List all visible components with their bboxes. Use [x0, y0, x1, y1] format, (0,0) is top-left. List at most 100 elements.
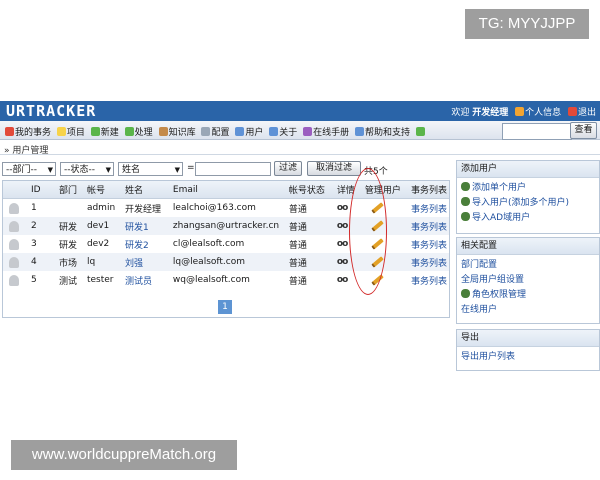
cell-name[interactable]: 研发2 [123, 235, 171, 253]
task-list-link[interactable]: 事务列表 [409, 199, 449, 218]
table-row: 5 测试 tester 测试员 wq@lealsoft.com 普通 oo 事务… [3, 271, 449, 289]
nav-about-label: 关于 [279, 128, 298, 138]
breadcrumb-divider [0, 154, 600, 155]
edit-pencil-icon[interactable] [371, 273, 384, 286]
col-department[interactable]: 部门 [56, 181, 85, 199]
nav-config[interactable]: 配置 [201, 127, 229, 138]
search-input[interactable] [502, 123, 572, 140]
filter-value-input[interactable] [195, 162, 271, 176]
app-header: URTRACKER 欢迎 开发经理 个人信息 退出 [0, 101, 600, 121]
table-row: 1 admin 开发经理 lealchoi@163.com 普通 oo 事务列表 [3, 199, 449, 218]
nav-items: 我的事务 项目 新建 处理 知识库 配置 用户 关于 在线手册 帮助和支持 [5, 125, 429, 138]
cancel-filter-button[interactable]: 取消过滤 [307, 161, 361, 176]
col-details: 详情 [334, 181, 363, 199]
book-icon [158, 127, 168, 136]
import-users-label: 导入用户(添加多个用户) [472, 198, 570, 208]
manual-icon [303, 127, 313, 136]
cell-name[interactable]: 研发1 [122, 217, 171, 235]
gear-icon [201, 127, 211, 136]
department-select[interactable]: --部门-- ▼ [2, 162, 56, 176]
cell-status: 普通 [288, 240, 307, 251]
edit-pencil-icon[interactable] [371, 237, 384, 250]
col-email[interactable]: Email [170, 181, 287, 199]
nav-help-support[interactable]: 帮助和支持 [355, 127, 410, 138]
ad-users-icon [461, 212, 470, 221]
col-account[interactable]: 帐号 [84, 181, 123, 199]
col-id[interactable]: ID [28, 181, 57, 199]
cell-department: 市场 [56, 253, 85, 271]
task-list-link[interactable]: 事务列表 [409, 271, 449, 289]
import-ad-users-link[interactable]: 导入AD域用户 [461, 211, 595, 226]
details-cell[interactable]: oo [334, 253, 363, 271]
department-config-link[interactable]: 部门配置 [461, 258, 595, 273]
nav-process[interactable]: 处理 [124, 127, 153, 138]
field-select[interactable]: 姓名 ▼ [118, 162, 183, 176]
details-cell[interactable]: oo [335, 235, 363, 253]
user-icon-cell [3, 217, 29, 235]
details-cell[interactable]: oo [335, 199, 363, 218]
cell-email: cl@lealsoft.com [172, 239, 245, 249]
watermark-top: TG: MYYJJPP [465, 9, 589, 39]
nav-my-tasks[interactable]: 我的事务 [5, 127, 51, 138]
cell-id: 2 [28, 217, 57, 235]
page-1-button[interactable]: 1 [218, 300, 232, 314]
edit-pencil-icon[interactable] [371, 219, 384, 232]
nav-new[interactable]: 新建 [90, 127, 119, 138]
nav-knowledge-base[interactable]: 知识库 [158, 127, 196, 138]
edit-pencil-icon[interactable] [371, 255, 384, 268]
cell-name[interactable]: 刘强 [122, 253, 171, 271]
import-ad-users-label: 导入AD域用户 [472, 213, 531, 223]
export-panel-body: 导出用户列表 [457, 347, 599, 368]
details-glasses-icon[interactable]: oo [337, 221, 348, 231]
nav-users[interactable]: 用户 [235, 127, 263, 138]
manage-user-cell[interactable] [362, 253, 409, 271]
nav-about[interactable]: 关于 [269, 127, 298, 138]
col-manage-user: 管理用户 [362, 181, 409, 199]
chevron-down-icon: ▼ [105, 166, 111, 174]
export-panel-title: 导出 [457, 330, 599, 347]
details-glasses-icon[interactable]: oo [337, 257, 348, 267]
nav-extra[interactable] [415, 127, 426, 138]
cell-department: 测试 [58, 276, 77, 287]
online-users-link[interactable]: 在线用户 [461, 303, 595, 318]
personal-info-link[interactable]: 个人信息 [515, 107, 562, 118]
details-glasses-icon[interactable]: oo [337, 239, 348, 249]
nav-projects[interactable]: 项目 [56, 127, 85, 138]
manage-user-cell[interactable] [362, 217, 409, 235]
export-user-list-link[interactable]: 导出用户列表 [461, 350, 595, 365]
search-button[interactable]: 查看 [570, 122, 597, 139]
manage-user-cell[interactable] [363, 199, 409, 218]
role-permission-link[interactable]: 角色权限管理 [461, 288, 595, 303]
task-list-link[interactable]: 事务列表 [409, 235, 449, 253]
main-nav: 我的事务 项目 新建 处理 知识库 配置 用户 关于 在线手册 帮助和支持 查看 [0, 121, 600, 140]
cell-id: 3 [30, 239, 37, 249]
cell-department: 研发 [58, 240, 77, 251]
task-list-link[interactable]: 事务列表 [408, 217, 449, 235]
personal-info-label: 个人信息 [525, 108, 562, 118]
edit-pencil-icon[interactable] [371, 201, 384, 214]
task-list-link[interactable]: 事务列表 [408, 253, 449, 271]
cell-account: dev2 [86, 239, 110, 249]
manage-user-cell[interactable] [363, 271, 409, 289]
global-user-group-link[interactable]: 全局用户组设置 [461, 273, 595, 288]
nav-online-manual[interactable]: 在线手册 [303, 127, 349, 138]
details-glasses-icon[interactable]: oo [337, 203, 348, 213]
table-row: 2 研发 dev1 研发1 zhangsan@urtracker.cn 普通 o… [3, 217, 449, 235]
status-select[interactable]: --状态-- ▼ [60, 162, 114, 176]
details-glasses-icon[interactable]: oo [337, 275, 348, 285]
add-single-user-link[interactable]: 添加单个用户 [461, 181, 595, 196]
cell-name[interactable]: 测试员 [123, 271, 171, 289]
details-cell[interactable]: oo [335, 271, 363, 289]
users-icon [235, 127, 245, 136]
field-select-value: 姓名 [122, 165, 141, 175]
filter-button[interactable]: 过滤 [274, 161, 302, 176]
import-users-link[interactable]: 导入用户(添加多个用户) [461, 196, 595, 211]
col-account-status[interactable]: 帐号状态 [286, 181, 335, 199]
col-name[interactable]: 姓名 [122, 181, 171, 199]
user-icon [9, 220, 19, 232]
details-cell[interactable]: oo [334, 217, 363, 235]
logout-link[interactable]: 退出 [567, 107, 596, 118]
export-panel: 导出 导出用户列表 [456, 329, 600, 371]
star-icon [415, 127, 425, 136]
manage-user-cell[interactable] [363, 235, 409, 253]
